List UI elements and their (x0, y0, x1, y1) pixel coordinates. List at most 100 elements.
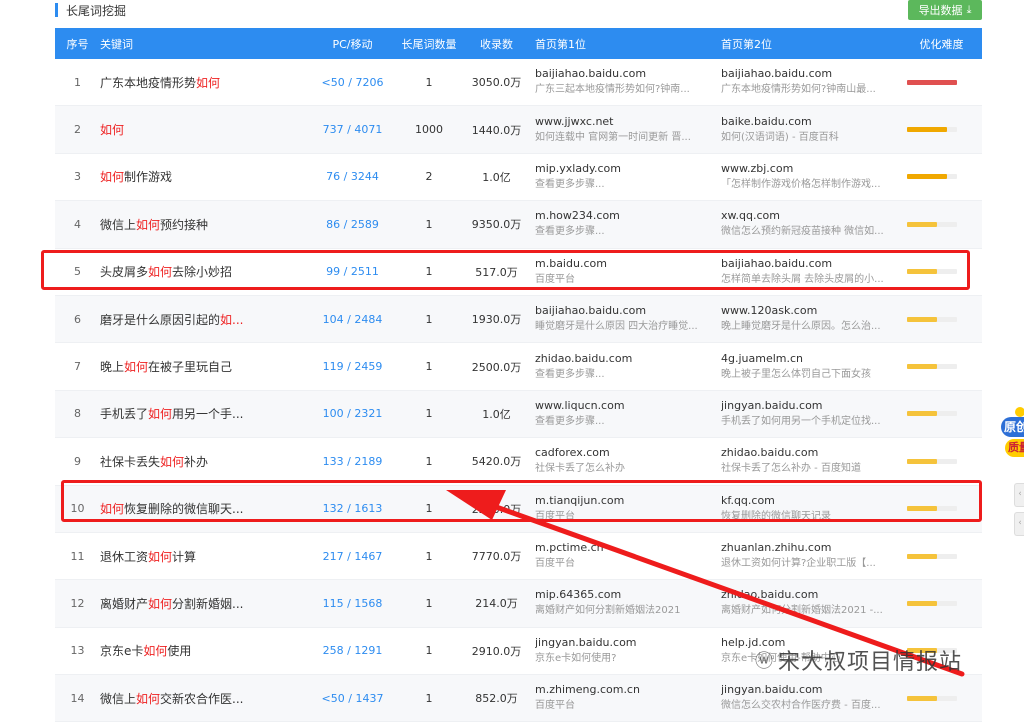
side-float-badge[interactable]: 原创 质量 (1001, 405, 1024, 465)
difficulty-bar (907, 458, 957, 464)
rank1-domain-link[interactable]: zhidao.baidu.com (535, 351, 721, 367)
rank1-domain-link[interactable]: mip.64365.com (535, 587, 721, 603)
side-tab-down[interactable]: ‹ (1014, 512, 1024, 536)
rank1-domain-link[interactable]: m.how234.com (535, 208, 721, 224)
export-label: 导出数据 (918, 4, 963, 17)
keyword-cell[interactable]: 微信上如何交新农合作医... (100, 674, 305, 722)
keyword-highlight: 如何 (136, 217, 161, 232)
rank2-desc: 恢复删除的微信聊天记录 (721, 510, 831, 522)
pc-mobile-link[interactable]: 133 / 2189 (305, 437, 400, 486)
indexed-count: 5420.0万 (458, 437, 535, 486)
keyword-prefix: 退休工资 (100, 549, 149, 564)
rank2-domain-link[interactable]: baijiahao.baidu.com (721, 66, 901, 82)
rank2-domain-link[interactable]: baijiahao.baidu.com (721, 256, 901, 272)
pc-mobile-link[interactable]: 737 / 4071 (305, 105, 400, 154)
difficulty-cell (901, 59, 982, 107)
rank1-cell: m.pctime.cn 百度平台 (535, 532, 721, 581)
export-data-button[interactable]: 导出数据 ⤓ (908, 0, 982, 20)
rank1-cell: zhidao.baidu.com 查看更多步骤... (535, 342, 721, 391)
table-row: 4 微信上如何预约接种 86 / 2589 1 9350.0万 m.how234.com 查… (55, 200, 982, 249)
pc-mobile-link[interactable]: 258 / 1291 (305, 627, 400, 676)
rank1-domain-link[interactable]: m.pctime.cn (535, 540, 721, 556)
side-tab-up[interactable]: ‹ (1014, 483, 1024, 507)
keyword-prefix: 京东e卡 (100, 644, 144, 659)
rank2-domain-link[interactable]: jingyan.baidu.com (721, 398, 901, 414)
difficulty-bar-fill (907, 316, 937, 322)
pc-mobile-link[interactable]: <50 / 1437 (305, 674, 400, 722)
row-index: 9 (55, 437, 100, 486)
rank1-domain-link[interactable]: m.baidu.com (535, 256, 721, 272)
rank1-domain-link[interactable]: m.zhimeng.com.cn (535, 682, 721, 698)
keyword-prefix: 微信上 (100, 691, 137, 706)
keyword-cell[interactable]: 微信上如何预约接种 (100, 200, 305, 249)
table-row: 11 退休工资如何计算 217 / 1467 1 7770.0万 m.pctime.cn 百… (55, 532, 982, 581)
keyword-cell[interactable]: 手机丢了如何用另一个手... (100, 390, 305, 439)
keyword-cell[interactable]: 如何制作游戏 (100, 153, 305, 202)
rank1-domain-link[interactable]: mip.yxlady.com (535, 161, 721, 177)
keyword-cell[interactable]: 晚上如何在被子里玩自己 (100, 342, 305, 391)
pc-mobile-link[interactable]: 115 / 1568 (305, 579, 400, 628)
rank2-desc: 「怎样制作游戏价格怎样制作游戏... (721, 178, 881, 190)
longtail-count: 1 (400, 342, 458, 391)
rank2-cell: baike.baidu.com 如何(汉语词语) - 百度百科 (721, 105, 901, 154)
rank2-domain-link[interactable]: www.zbj.com (721, 161, 901, 177)
keyword-cell[interactable]: 社保卡丢失如何补办 (100, 437, 305, 486)
keyword-cell[interactable]: 京东e卡如何使用 (100, 627, 305, 676)
pc-mobile-link[interactable]: 132 / 1613 (305, 485, 400, 533)
row-index: 12 (55, 579, 100, 628)
indexed-count: 1440.0万 (458, 105, 535, 154)
longtail-count: 1 (400, 200, 458, 249)
difficulty-cell (901, 200, 982, 249)
keyword-cell[interactable]: 广东本地疫情形势如何 (100, 59, 305, 107)
rank2-domain-link[interactable]: xw.qq.com (721, 208, 901, 224)
rank2-domain-link[interactable]: kf.qq.com (721, 493, 901, 509)
keyword-cell[interactable]: 如何 (100, 105, 305, 154)
rank1-domain-link[interactable]: www.jjwxc.net (535, 114, 721, 130)
keyword-highlight: 如何 (196, 75, 221, 90)
keyword-cell[interactable]: 退休工资如何计算 (100, 532, 305, 581)
rank1-domain-link[interactable]: www.liqucn.com (535, 398, 721, 414)
keyword-prefix: 磨牙是什么原因引起的 (100, 312, 221, 327)
keyword-suffix: 制作游戏 (124, 170, 173, 185)
difficulty-bar (907, 411, 957, 417)
indexed-count: 3050.0万 (458, 59, 535, 107)
table-row: 1 广东本地疫情形势如何 <50 / 7206 1 3050.0万 baijiahao.b… (55, 59, 982, 107)
keyword-highlight: 如何 (124, 360, 149, 375)
pc-mobile-link[interactable]: 217 / 1467 (305, 532, 400, 581)
pc-mobile-link[interactable]: 119 / 2459 (305, 342, 400, 391)
keyword-cell[interactable]: 如何恢复删除的微信聊天... (100, 485, 305, 533)
pc-mobile-link[interactable]: <50 / 7206 (305, 59, 400, 107)
rank2-domain-link[interactable]: zhuanlan.zhihu.com (721, 540, 901, 556)
rank1-domain-link[interactable]: m.tianqijun.com (535, 493, 721, 509)
rank2-domain-link[interactable]: www.120ask.com (721, 303, 901, 319)
rank1-domain-link[interactable]: baijiahao.baidu.com (535, 303, 721, 319)
table-row: 12 离婚财产如何分割新婚姻... 115 / 1568 1 214.0万 mip.643… (55, 579, 982, 628)
pc-mobile-link[interactable]: 86 / 2589 (305, 200, 400, 249)
keyword-cell[interactable]: 磨牙是什么原因引起的如... (100, 295, 305, 344)
rank2-domain-link[interactable]: jingyan.baidu.com (721, 682, 901, 698)
rank2-domain-link[interactable]: zhidao.baidu.com (721, 445, 901, 461)
keyword-highlight: 如何 (100, 123, 125, 138)
row-index: 7 (55, 342, 100, 391)
rank1-domain-link[interactable]: jingyan.baidu.com (535, 635, 721, 651)
rank2-domain-link[interactable]: 4g.juamelm.cn (721, 351, 901, 367)
rank1-domain-link[interactable]: baijiahao.baidu.com (535, 66, 721, 82)
pc-mobile-link[interactable]: 99 / 2511 (305, 248, 400, 296)
rank1-domain-link[interactable]: cadforex.com (535, 445, 721, 461)
keyword-suffix: 用另一个手... (172, 407, 244, 422)
difficulty-bar-fill (907, 221, 937, 227)
rank2-domain-link[interactable]: zhidao.baidu.com (721, 587, 901, 603)
rank2-cell: jingyan.baidu.com 手机丢了如何用另一个手机定位找... (721, 390, 901, 439)
longtail-count: 1 (400, 532, 458, 581)
keyword-cell[interactable]: 头皮屑多如何去除小妙招 (100, 248, 305, 296)
pc-mobile-link[interactable]: 100 / 2321 (305, 390, 400, 439)
difficulty-cell (901, 390, 982, 439)
rank2-domain-link[interactable]: baike.baidu.com (721, 114, 901, 130)
indexed-count: 1.0亿 (458, 390, 535, 439)
rank2-desc: 离婚财产如何分割新婚姻法2021 -... (721, 605, 883, 617)
pc-mobile-link[interactable]: 76 / 3244 (305, 153, 400, 202)
pc-mobile-link[interactable]: 104 / 2484 (305, 295, 400, 344)
keyword-cell[interactable]: 离婚财产如何分割新婚姻... (100, 579, 305, 628)
difficulty-bar-fill (907, 458, 937, 464)
difficulty-bar (907, 506, 957, 512)
